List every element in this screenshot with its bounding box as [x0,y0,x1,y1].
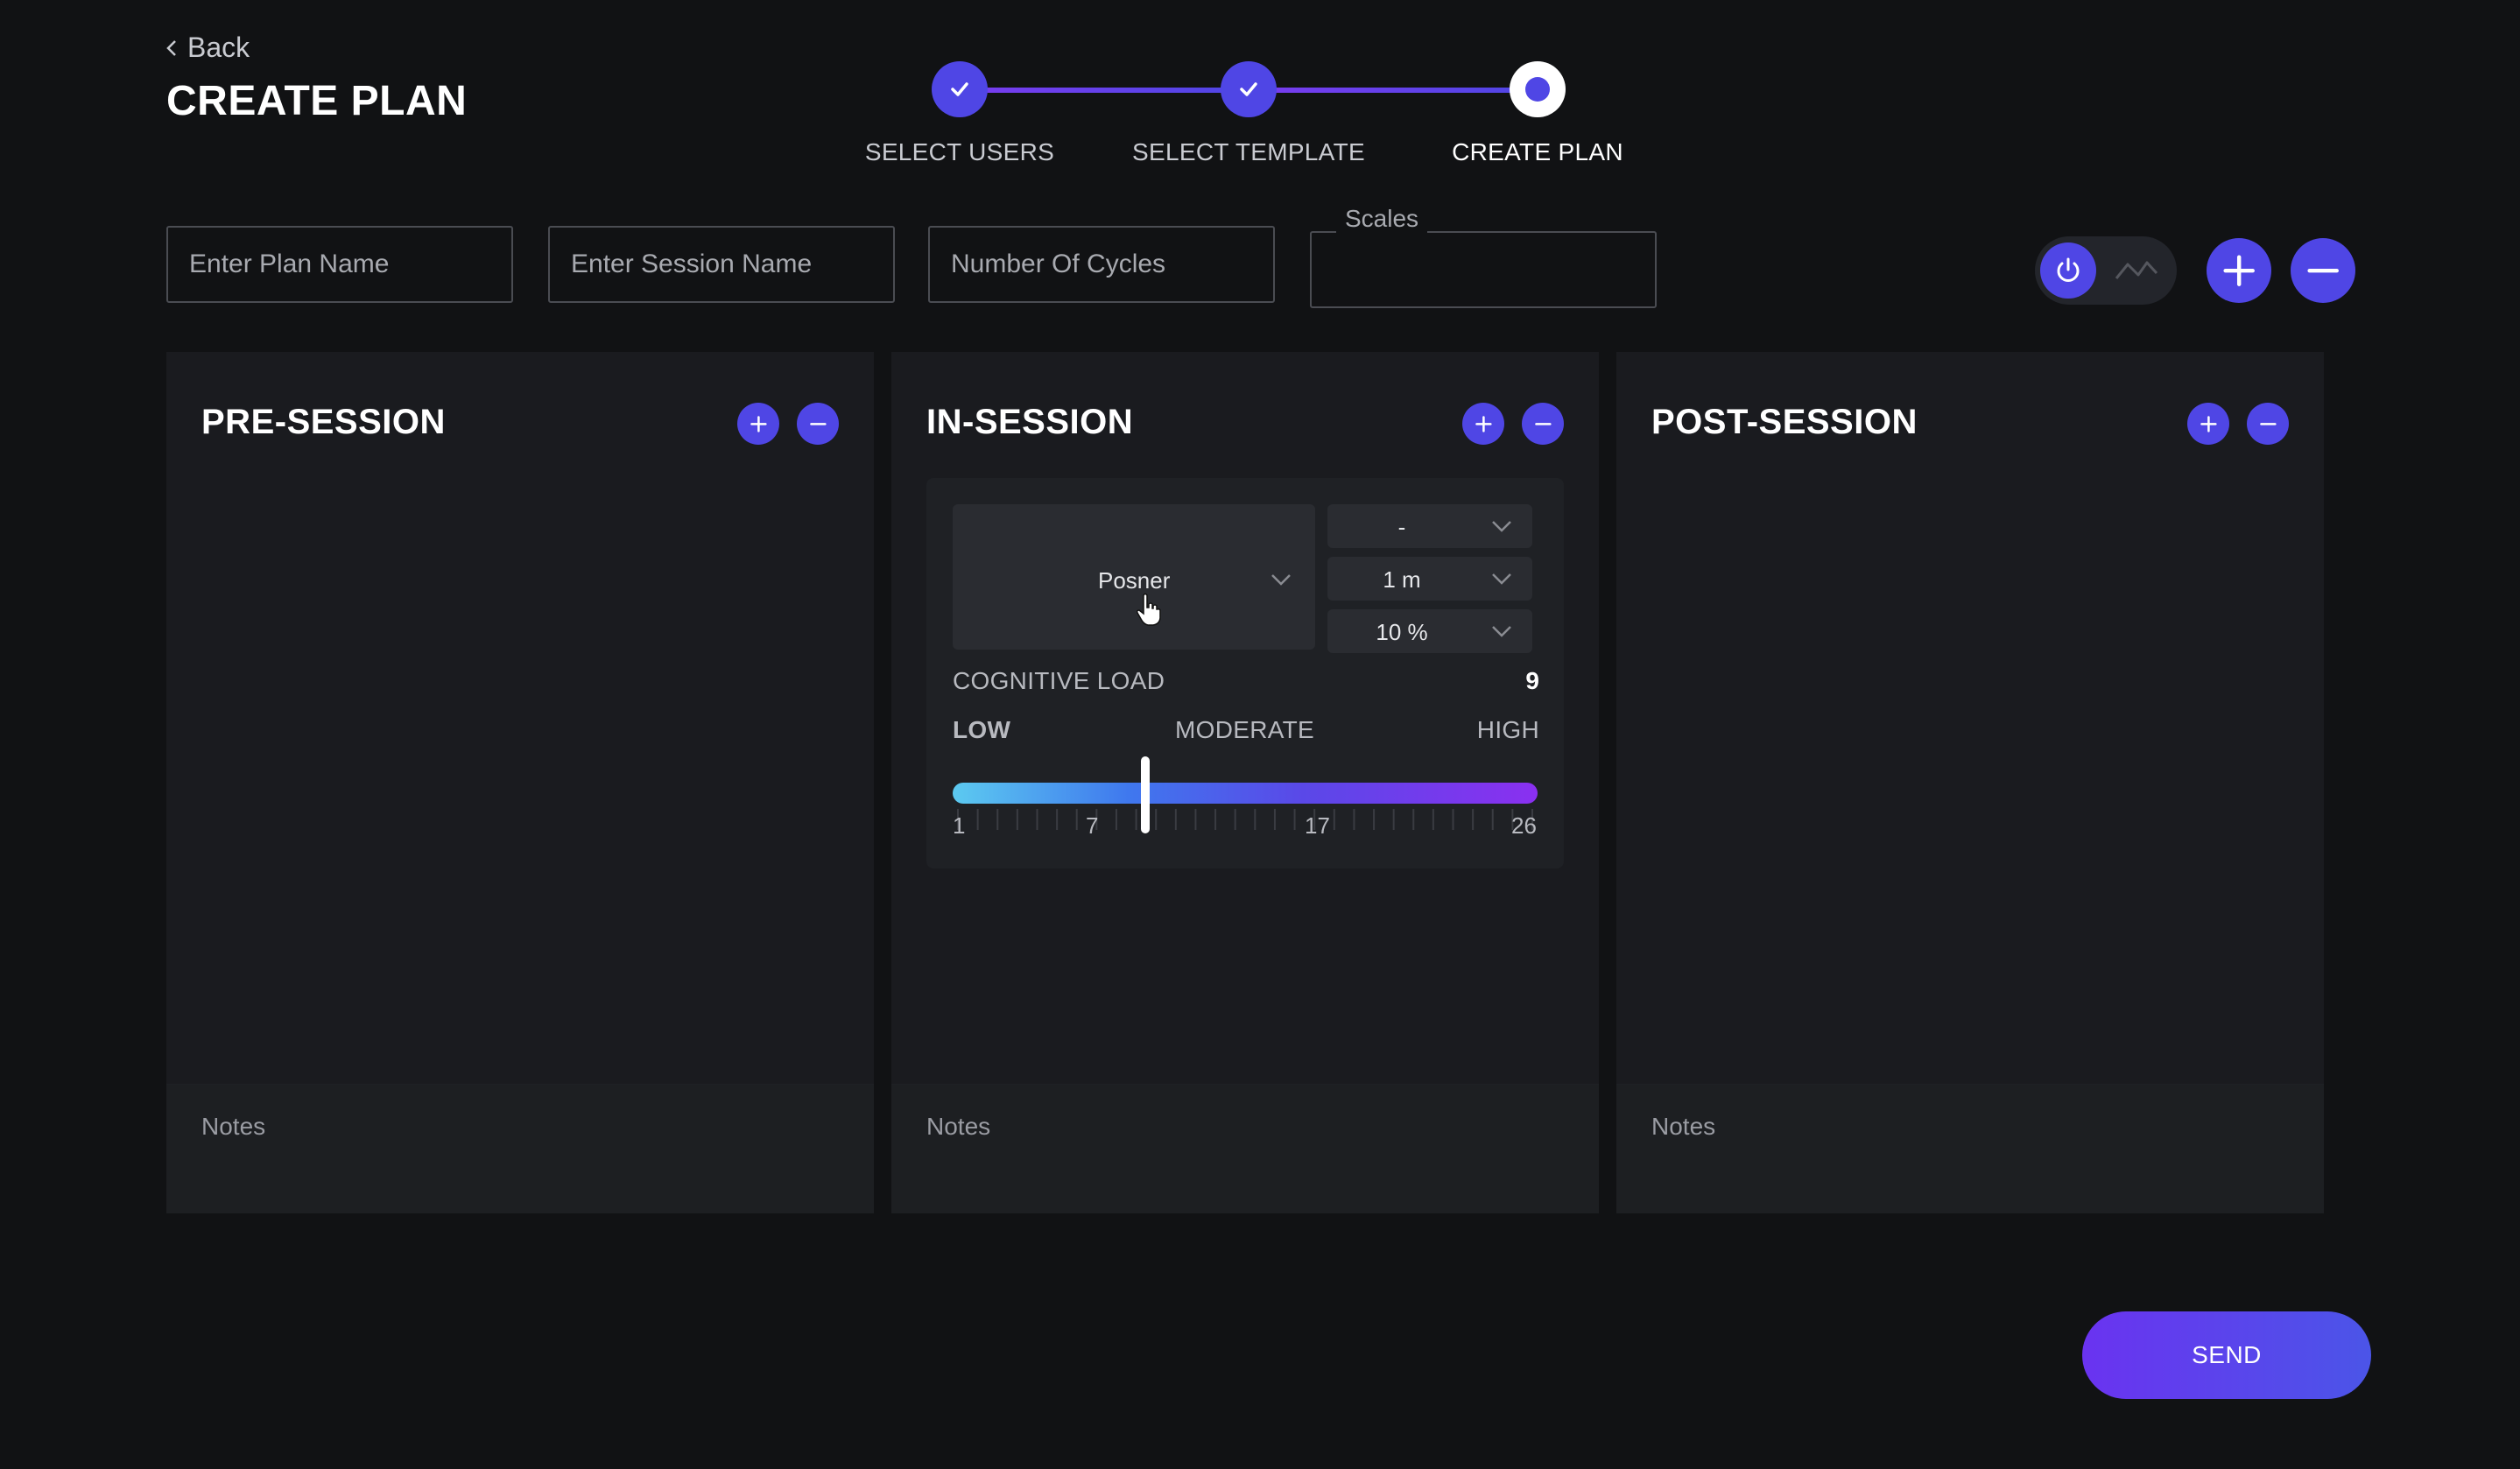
post-session-column: POST-SESSION Notes [1616,352,2324,1213]
level-low-label: LOW [953,716,1011,743]
step-label-select-template: SELECT TEMPLATE [1132,138,1365,165]
in-session-notes[interactable]: Notes [891,1084,1599,1213]
current-step-dot [1525,77,1550,102]
in-session-remove-button[interactable] [1522,403,1564,445]
chevron-down-icon [1492,521,1511,532]
notes-label: Notes [926,1113,991,1140]
step-label-create-plan: CREATE PLAN [1452,138,1623,165]
power-toggle-option[interactable] [2040,242,2096,299]
back-label: Back [187,32,250,63]
chevron-down-icon [1492,626,1511,637]
step-label-select-users: SELECT USERS [864,138,1055,165]
pre-session-add-button[interactable] [737,403,779,445]
step-select-users[interactable] [932,61,988,117]
session-name-input[interactable] [548,226,895,303]
check-icon [1240,82,1257,96]
tick-label: 7 [1086,812,1099,839]
step-create-plan[interactable] [1510,61,1566,117]
activity-value: Posner [1098,567,1171,594]
minus-icon [2307,268,2339,273]
stepper: SELECT USERS SELECT TEMPLATE CREATE PLAN [841,56,1681,179]
minus-icon [2259,422,2277,425]
cognitive-load-slider[interactable] [953,783,1538,804]
notes-label: Notes [201,1113,266,1140]
plus-icon [750,415,767,432]
mode-toggle[interactable] [2035,236,2177,305]
in-session-column: IN-SESSION Posner - 1 m 10 % COGNITIVE L… [891,352,1599,1213]
page-title: CREATE PLAN [166,78,468,124]
percent-value: 10 % [1376,619,1428,645]
post-session-add-button[interactable] [2187,403,2229,445]
step-select-template[interactable] [1221,61,1277,117]
cognitive-load-label: COGNITIVE LOAD [953,667,1165,694]
pre-session-notes[interactable]: Notes [166,1084,874,1213]
plus-icon [2200,415,2217,432]
tick-label: 17 [1305,812,1330,839]
minus-icon [809,422,827,425]
cycles-input[interactable] [928,226,1275,303]
pre-session-remove-button[interactable] [797,403,839,445]
level-high-label: HIGH [1476,716,1539,743]
remove-session-button[interactable] [2291,238,2355,303]
pre-session-column: PRE-SESSION Notes [166,352,874,1213]
post-session-notes[interactable]: Notes [1616,1084,2324,1213]
activity-card: Posner - 1 m 10 % COGNITIVE LOAD 9 LOW M… [926,478,1564,868]
add-session-button[interactable] [2207,238,2271,303]
minus-icon [1534,422,1552,425]
plus-icon [2223,255,2255,286]
cognitive-load-value: 9 [1525,667,1539,694]
pre-session-title: PRE-SESSION [201,403,446,441]
duration-select[interactable]: 1 m [1327,557,1532,601]
tick-label-min: 1 [953,812,966,839]
notes-label: Notes [1651,1113,1716,1140]
step-connector [960,88,1249,93]
check-icon [951,82,968,96]
scales-label: Scales [1336,205,1428,233]
duration-value: 1 m [1383,566,1421,593]
option-value: - [1397,514,1406,540]
tick-label-max: 26 [1511,812,1537,839]
chevron-left-icon [166,39,176,56]
in-session-title: IN-SESSION [926,403,1134,441]
step-connector [1249,88,1538,93]
send-button[interactable]: SEND [2082,1311,2371,1399]
activity-select[interactable]: Posner [953,504,1315,650]
chevron-down-icon [1492,573,1511,585]
back-link[interactable]: Back [165,32,250,64]
trend-toggle-option[interactable] [2108,242,2165,299]
hand-pointer-icon [1137,593,1161,626]
level-moderate-label: MODERATE [1175,716,1314,743]
power-icon [2057,257,2080,282]
chevron-down-icon [1271,574,1291,586]
percent-select[interactable]: 10 % [1327,609,1532,653]
option-select[interactable]: - [1327,504,1532,548]
in-session-add-button[interactable] [1462,403,1504,445]
trend-line-icon [2115,261,2158,279]
post-session-title: POST-SESSION [1651,403,1918,441]
scales-field[interactable] [1310,231,1657,308]
post-session-remove-button[interactable] [2247,403,2289,445]
slider-ticks [957,809,1533,830]
plus-icon [1475,415,1492,432]
slider-handle[interactable] [1140,756,1150,833]
plan-name-input[interactable] [166,226,513,303]
